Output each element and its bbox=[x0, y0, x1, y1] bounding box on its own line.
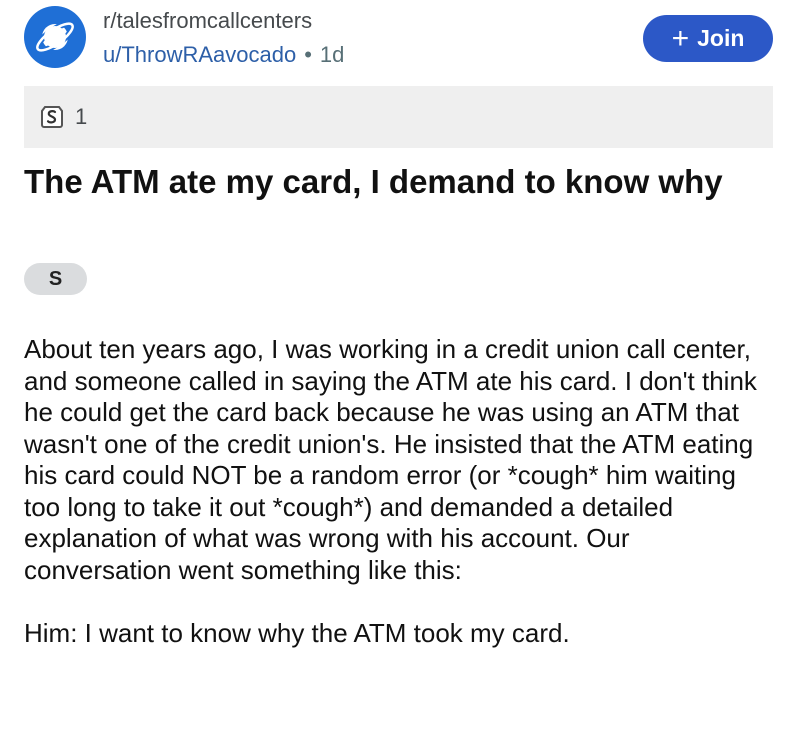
meta-separator: • bbox=[304, 42, 312, 67]
award-count: 1 bbox=[75, 104, 88, 129]
subreddit-name[interactable]: r/talesfromcallcenters bbox=[103, 8, 312, 34]
post-age: 1d bbox=[319, 42, 345, 67]
plus-icon: + bbox=[671, 21, 690, 55]
post-title: The ATM ate my card, I demand to know wh… bbox=[24, 163, 723, 200]
planet-icon bbox=[34, 20, 76, 54]
join-button[interactable]: + Join bbox=[643, 15, 773, 62]
award-bar: 1 bbox=[24, 86, 773, 148]
post-meta: u/ThrowRAavocado • 1d bbox=[103, 42, 344, 68]
join-label: Join bbox=[697, 25, 745, 51]
body-paragraph: About ten years ago, I was working in a … bbox=[24, 334, 757, 585]
subreddit-avatar[interactable] bbox=[24, 6, 86, 68]
author-link[interactable]: u/ThrowRAavocado bbox=[103, 42, 296, 67]
post-body: About ten years ago, I was working in a … bbox=[24, 334, 769, 650]
post-flair[interactable]: S bbox=[24, 263, 87, 295]
award-icon[interactable] bbox=[39, 104, 65, 130]
post-header: r/talesfromcallcenters u/ThrowRAavocado •… bbox=[0, 0, 800, 80]
body-paragraph: Him: I want to know why the ATM took my … bbox=[24, 618, 570, 648]
